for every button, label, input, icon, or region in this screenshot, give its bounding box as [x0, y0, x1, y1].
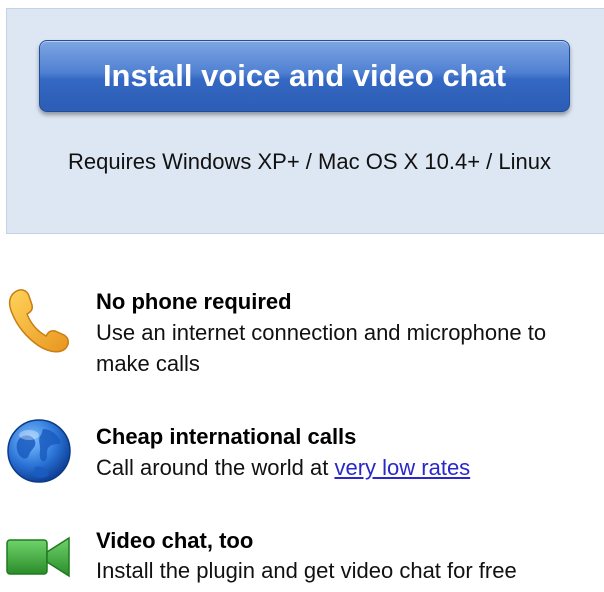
feature-description: Call around the world at very low rates — [96, 452, 604, 483]
globe-icon — [7, 419, 71, 483]
very-low-rates-link[interactable]: very low rates — [334, 455, 470, 480]
install-voice-video-button[interactable]: Install voice and video chat — [39, 40, 570, 112]
feature-title: No phone required — [96, 289, 292, 314]
feature-description-text: Call around the world at — [96, 455, 335, 480]
phone-icon — [8, 289, 69, 353]
feature-title: Video chat, too — [96, 528, 254, 553]
install-panel: Install voice and video chat Requires Wi… — [6, 8, 604, 234]
feature-description: Install the plugin and get video chat fo… — [96, 558, 517, 583]
feature-title: Cheap international calls — [96, 424, 357, 449]
requirements-text: Requires Windows XP+ / Mac OS X 10.4+ / … — [67, 149, 551, 174]
feature-description: Use an internet connection and microphon… — [96, 320, 547, 376]
video-camera-icon — [6, 536, 70, 578]
